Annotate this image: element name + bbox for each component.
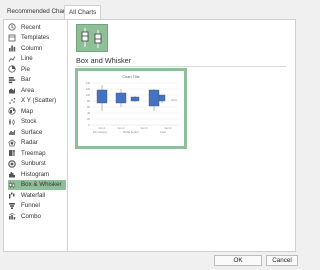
sunburst-chart-icon [8,159,16,168]
x-category-label: Final [160,131,166,134]
sidebar-item-label: Stock [21,118,37,126]
pie-chart-icon [8,65,16,73]
box [130,96,140,102]
preview-chart-title: Chart Title [122,75,139,79]
sidebar-item-bar[interactable]: Bar [8,75,66,86]
recent-icon [8,23,16,31]
preview-x-ticks: Item 1 Item 2 Item 3 Item 4 Sub Category… [93,127,172,134]
y-tick-label: 40 [87,111,90,115]
sidebar-divider [67,20,68,251]
sidebar-item-radar[interactable]: Radar [8,138,66,149]
y-tick-label: 20 [87,117,90,121]
chart-subtype-title: Box and Whisker [76,56,132,65]
y-tick-label: 140 [86,81,91,85]
y-tick-label: 80 [87,99,90,103]
map-chart-icon [8,107,16,115]
histogram-chart-icon [8,170,16,178]
sidebar-item-stock[interactable]: Stock [8,117,66,128]
stock-chart-icon [8,118,16,126]
preview-gridlines [92,82,179,126]
sidebar-item-label: Column [21,44,43,52]
sidebar-item-waterfall[interactable]: Waterfall [8,190,66,201]
sidebar-item-label: Combo [21,212,41,220]
sidebar-item-label: Map [21,107,34,115]
column-chart-icon [8,44,16,52]
sidebar-item-label: Templates [21,34,50,42]
bar-chart-icon [8,76,16,84]
box [158,94,166,102]
x-category-label: Middle Section [123,131,139,134]
x-tick-label: Item 2 [118,127,125,130]
sidebar-item-label: Histogram [21,170,50,178]
sidebar-item-combo[interactable]: Combo [8,211,66,222]
tab-all-charts[interactable]: All Charts [64,5,102,20]
box [148,89,160,107]
x-tick-label: Item 4 [165,127,172,130]
sidebar-item-histogram[interactable]: Histogram [8,169,66,180]
box-whisker-chart-icon [8,181,16,189]
sidebar-item-treemap[interactable]: Treemap [8,148,66,159]
funnel-chart-icon [8,202,16,210]
chart-preview[interactable]: Chart Title 140 120 100 80 60 40 20 0 It… [75,68,187,149]
sidebar-item-box-whisker[interactable]: Box & Whisker [8,179,66,190]
x-tick-label: Item 1 [99,127,106,130]
sidebar-item-label: Line [21,55,33,63]
chart-type-list: Recent Templates Column Line Pie Bar Area X Y (… [8,22,66,222]
sidebar-item-label: Recent [21,23,41,31]
sidebar-item-line[interactable]: Line [8,54,66,65]
box-whisker-subtype-thumbnail[interactable] [76,24,108,52]
sidebar-item-templates[interactable]: Templates [8,33,66,44]
sidebar-item-column[interactable]: Column [8,43,66,54]
x-category-label: Sub Category [93,131,108,134]
preview-y-ticks: 140 120 100 80 60 40 20 0 [86,81,91,127]
sidebar-item-label: Bar [21,76,31,84]
sidebar-item-label: Treemap [21,149,46,157]
templates-icon [8,34,16,42]
y-tick-label: 0 [89,123,91,127]
sidebar-item-surface[interactable]: Surface [8,127,66,138]
chart-type-panel: Recent Templates Column Line Pie Bar Area X Y (… [3,19,296,252]
sidebar-item-label: Box & Whisker [21,181,62,189]
combo-chart-icon [8,212,16,220]
waterfall-chart-icon [8,191,16,199]
sidebar-item-label: Pie [21,65,30,73]
radar-chart-icon [8,139,16,147]
y-tick-label: 60 [87,105,90,109]
treemap-chart-icon [8,149,16,157]
ok-button[interactable]: OK [214,255,262,266]
y-tick-label: 100 [86,93,91,97]
sidebar-item-label: Sunburst [21,160,46,168]
sidebar-item-label: Radar [21,139,38,147]
line-chart-icon [8,55,16,63]
sidebar-item-area[interactable]: Area [8,85,66,96]
subtitle-rule [76,66,286,67]
y-tick-label: 120 [86,87,91,91]
sidebar-item-x-y-scatter[interactable]: X Y (Scatter) [8,96,66,107]
x-tick-label: Item 3 [141,127,148,130]
area-chart-icon [8,86,16,94]
sidebar-item-label: Waterfall [21,191,46,199]
sidebar-item-funnel[interactable]: Funnel [8,201,66,212]
sidebar-item-recent[interactable]: Recent [8,22,66,33]
sidebar-item-map[interactable]: Map [8,106,66,117]
sidebar-item-label: Area [21,86,35,94]
sidebar-item-label: Funnel [21,202,40,210]
sidebar-item-pie[interactable]: Pie [8,64,66,75]
cancel-button[interactable]: Cancel [266,255,298,266]
sidebar-item-label: X Y (Scatter) [21,97,57,105]
sidebar-item-sunburst[interactable]: Sunburst [8,159,66,170]
preview-chart: Chart Title 140 120 100 80 60 40 20 0 It… [86,75,179,134]
box [96,89,108,104]
sidebar-item-label: Surface [21,128,43,136]
box-whisker-chart-icon [81,28,102,48]
surface-chart-icon [8,128,16,136]
scatter-chart-icon [8,97,16,105]
tab-bar: Recommended Charts All Charts [0,5,300,20]
box [115,92,127,104]
